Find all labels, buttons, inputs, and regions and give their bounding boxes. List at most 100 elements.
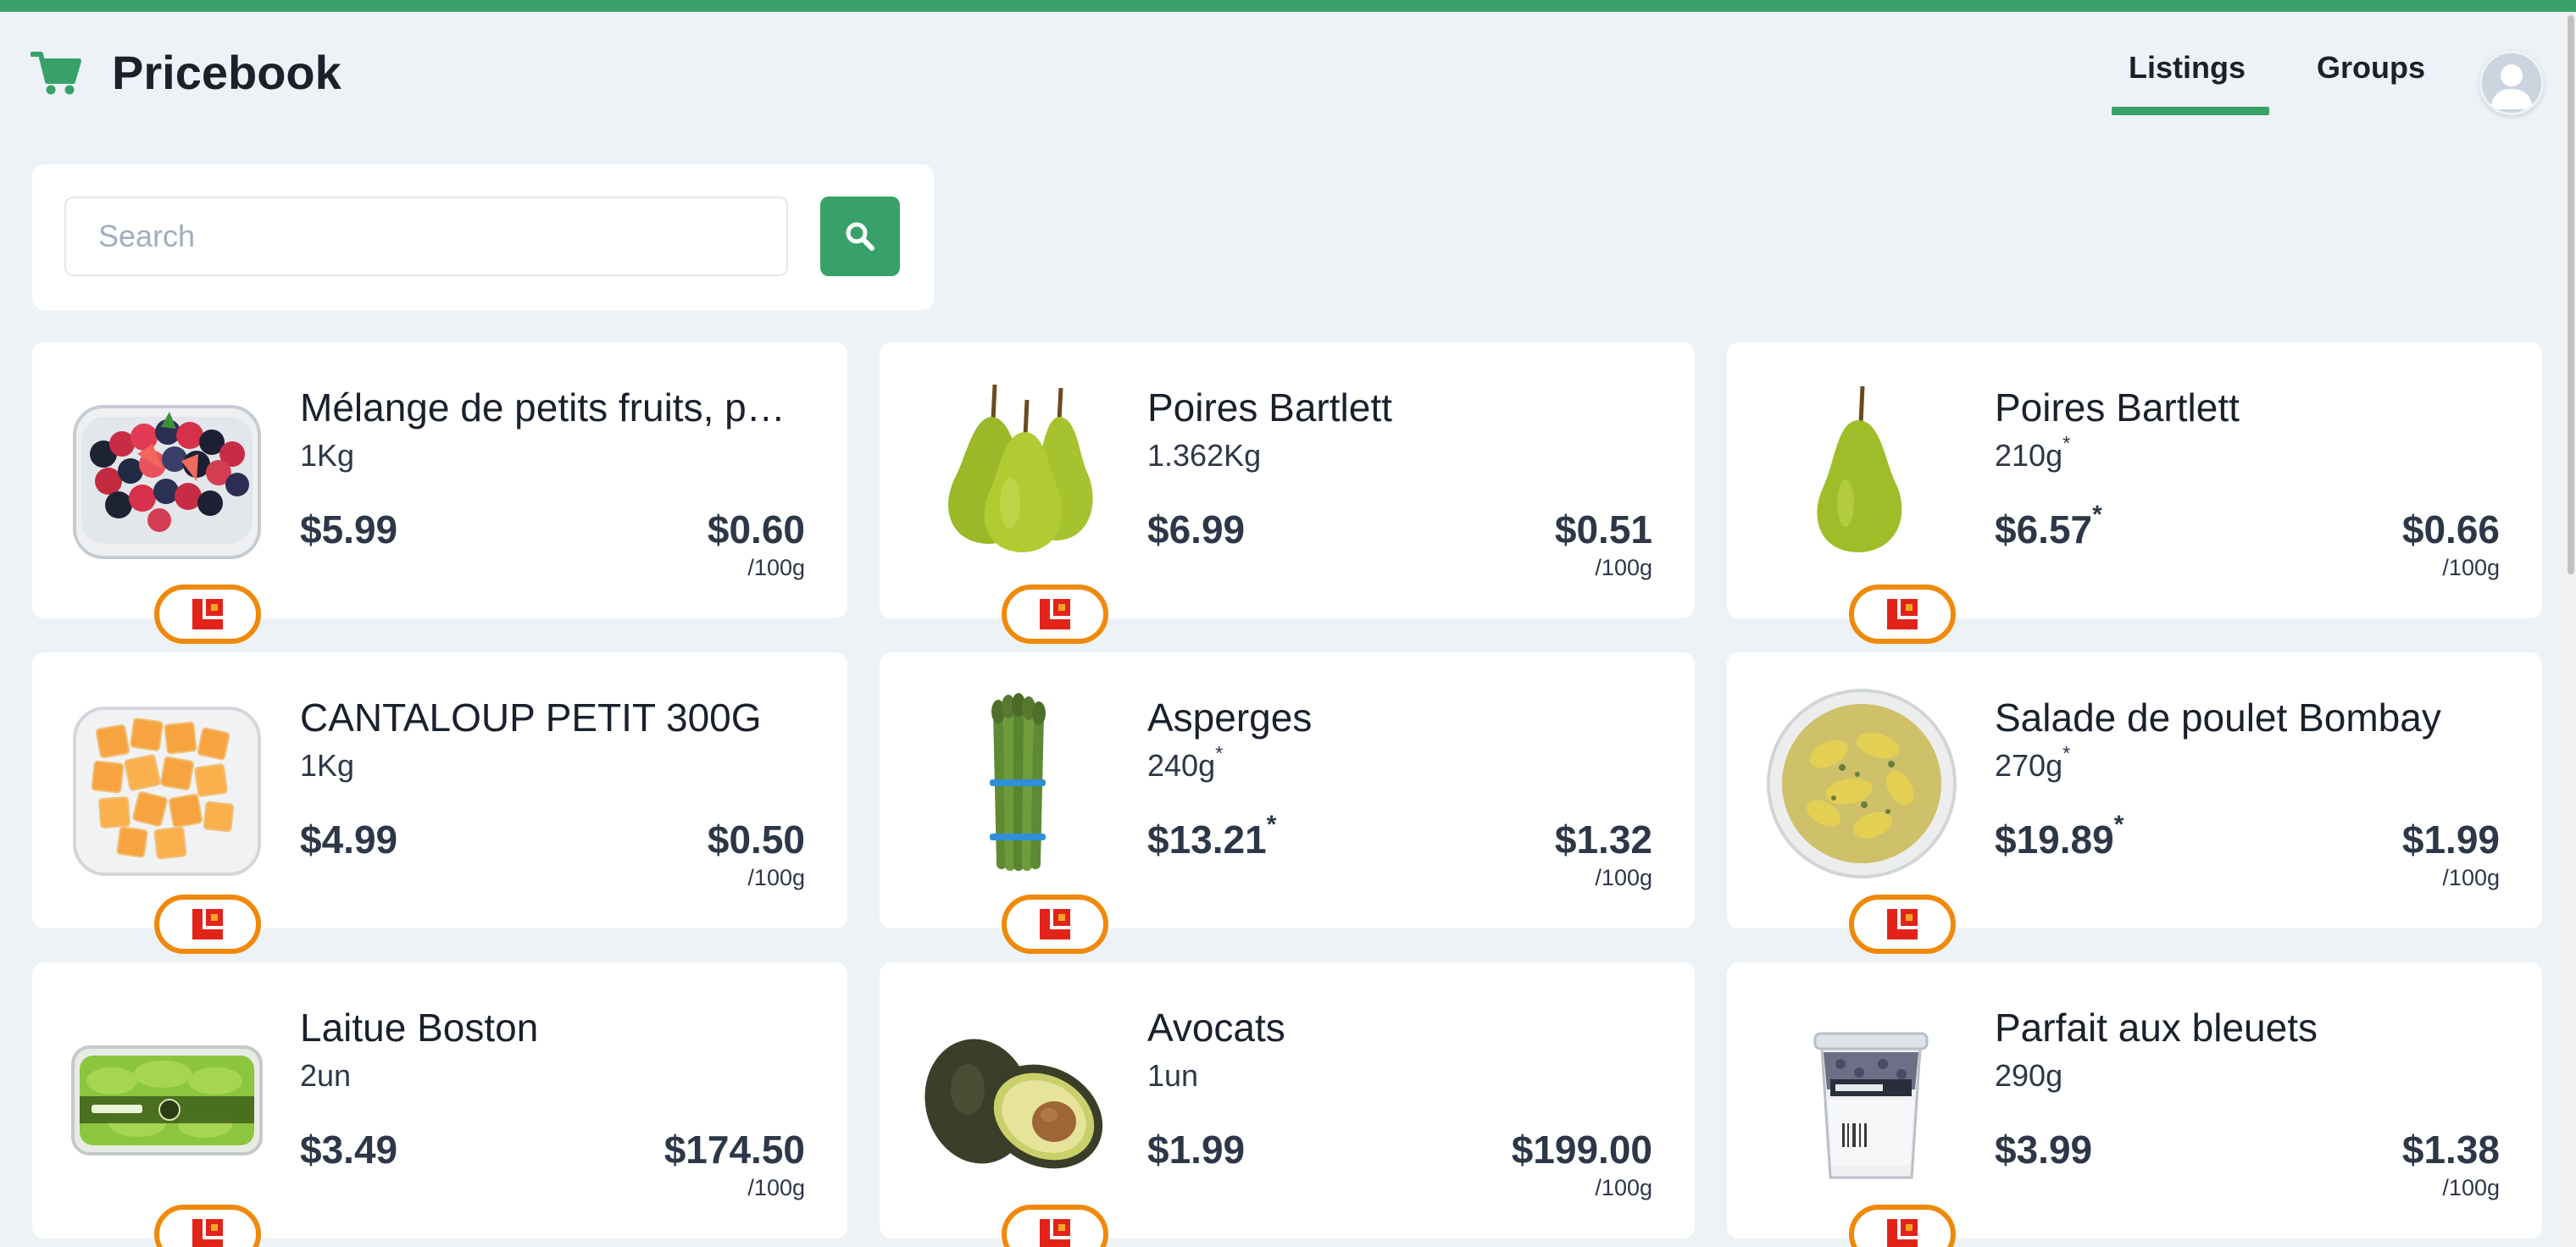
boston-lettuce-pack-icon: [69, 996, 264, 1247]
unit-price: $1.32: [1554, 817, 1652, 862]
listing-price: $6.57*: [1995, 501, 2102, 551]
search-icon: [846, 222, 874, 251]
chicken-salad-bowl-icon: [1764, 686, 1959, 954]
unit-price: $1.99: [2401, 817, 2500, 862]
listing-price: $19.89*: [1995, 811, 2124, 862]
active-tab-indicator: [2112, 107, 2269, 115]
listing-card[interactable]: Poires Bartlett 1.362Kg $6.99 $0.51 /100…: [880, 342, 1695, 644]
unit-price: $0.51: [1554, 507, 1652, 551]
listing-size: 1.362Kg: [1147, 438, 1262, 473]
loblaws-logo-icon: [192, 909, 223, 939]
pears-bunch-icon: [917, 376, 1112, 644]
listing-card[interactable]: Salade de poulet Bombay 270g* $19.89* $1…: [1727, 652, 2542, 954]
unit-price: $174.50: [663, 1128, 805, 1172]
listing-size: 290g: [1995, 1058, 2063, 1093]
listing-size: 2un: [300, 1058, 352, 1093]
listing-price: $3.49: [300, 1128, 398, 1172]
tab-groups[interactable]: Groups: [2317, 49, 2425, 86]
loblaws-logo-icon: [1040, 599, 1070, 629]
store-badge: [154, 585, 261, 644]
unit-price-label: /100g: [1595, 1175, 1652, 1200]
loblaws-logo-icon: [192, 1219, 223, 1247]
mixed-berries-icon: [69, 376, 264, 644]
loblaws-logo-icon: [1887, 1219, 1918, 1247]
avocados-icon: [917, 996, 1112, 1247]
loblaws-logo-icon: [192, 599, 223, 629]
unit-price: $0.66: [2401, 507, 2500, 551]
listing-name: Laitue Boston: [300, 1006, 539, 1050]
user-avatar-button[interactable]: [2479, 51, 2544, 115]
listing-name: CANTALOUP PETIT 300G: [300, 696, 762, 740]
listing-name: Mélange de petits fruits, p…: [300, 385, 786, 430]
listing-card[interactable]: Asperges 240g* $13.21* $1.32 /100g: [880, 652, 1695, 954]
single-pear-icon: [1764, 376, 1959, 644]
top-accent-bar: [0, 0, 2576, 12]
loblaws-logo-icon: [1040, 1219, 1070, 1247]
unit-price: $199.00: [1511, 1128, 1652, 1172]
unit-price-label: /100g: [1595, 865, 1652, 890]
store-badge: [1849, 1205, 1956, 1247]
vertical-scrollbar[interactable]: [2566, 12, 2576, 1247]
loblaws-logo-icon: [1887, 909, 1918, 939]
listing-size: 270g*: [1995, 742, 2071, 783]
listing-name: Avocats: [1147, 1006, 1285, 1050]
listing-price: $3.99: [1995, 1128, 2093, 1172]
listing-name: Poires Bartlett: [1995, 385, 2240, 430]
listing-card[interactable]: Mélange de petits fruits, p… 1Kg $5.99 $…: [32, 342, 847, 644]
search-button[interactable]: [820, 197, 900, 276]
estimated-marker: *: [2062, 742, 2071, 765]
loblaws-logo-icon: [1040, 909, 1070, 939]
listing-name: Parfait aux bleuets: [1995, 1006, 2318, 1050]
listing-size: 240g*: [1147, 742, 1224, 783]
shopping-cart-icon: [30, 49, 81, 97]
app-title: Pricebook: [112, 46, 341, 99]
tab-listings[interactable]: Listings: [2129, 49, 2246, 86]
listing-price: $13.21*: [1147, 811, 1277, 862]
estimated-marker: *: [2092, 501, 2102, 529]
listing-price: $4.99: [300, 817, 398, 862]
listing-card[interactable]: Avocats 1un $1.99 $199.00 /100g: [880, 962, 1695, 1247]
store-badge: [154, 1205, 261, 1247]
listing-price: $6.99: [1147, 507, 1246, 551]
store-badge: [1002, 1205, 1108, 1247]
listing-card[interactable]: Poires Bartlett 210g* $6.57* $0.66 /100g: [1727, 342, 2542, 644]
store-badge: [1002, 585, 1108, 644]
listing-name: Poires Bartlett: [1147, 385, 1392, 430]
unit-price-label: /100g: [2442, 1175, 2500, 1200]
store-badge: [1002, 895, 1108, 954]
scrollbar-thumb[interactable]: [2568, 15, 2574, 574]
listing-size: 210g*: [1995, 432, 2071, 473]
unit-price-label: /100g: [747, 555, 805, 580]
search-input[interactable]: [64, 197, 788, 276]
unit-price: $0.60: [707, 507, 805, 551]
unit-price-label: /100g: [2442, 865, 2500, 890]
listing-card[interactable]: Parfait aux bleuets 290g $3.99 $1.38 /10…: [1727, 962, 2542, 1247]
estimated-marker: *: [1266, 811, 1277, 840]
unit-price-label: /100g: [2442, 555, 2500, 580]
cantaloupe-cubes-icon: [69, 686, 264, 954]
listing-size: 1Kg: [300, 438, 355, 473]
loblaws-logo-icon: [1887, 599, 1918, 629]
asparagus-bunch-icon: [917, 686, 1112, 954]
unit-price: $0.50: [707, 817, 805, 862]
listings-grid: Mélange de petits fruits, p… 1Kg $5.99 $…: [32, 342, 2544, 1247]
blueberry-parfait-cup-icon: [1764, 996, 1959, 1247]
header: Pricebook Listings Groups: [0, 12, 2566, 139]
unit-price-label: /100g: [747, 865, 805, 890]
listing-size: 1Kg: [300, 748, 355, 783]
listing-card[interactable]: Laitue Boston 2un $3.49 $174.50 /100g: [32, 962, 847, 1247]
estimated-marker: *: [1215, 742, 1224, 765]
unit-price-label: /100g: [1595, 555, 1652, 580]
listing-size: 1un: [1147, 1058, 1199, 1093]
store-badge: [1849, 585, 1956, 644]
store-badge: [1849, 895, 1956, 954]
unit-price: $1.38: [2401, 1128, 2500, 1172]
estimated-marker: *: [2113, 811, 2124, 840]
listing-name: Asperges: [1147, 696, 1313, 740]
user-avatar-icon: [2490, 64, 2533, 109]
listing-card[interactable]: CANTALOUP PETIT 300G 1Kg $4.99 $0.50 /10…: [32, 652, 847, 954]
unit-price-label: /100g: [747, 1175, 805, 1200]
estimated-marker: *: [2062, 432, 2071, 455]
search-panel: [32, 164, 934, 310]
store-badge: [154, 895, 261, 954]
